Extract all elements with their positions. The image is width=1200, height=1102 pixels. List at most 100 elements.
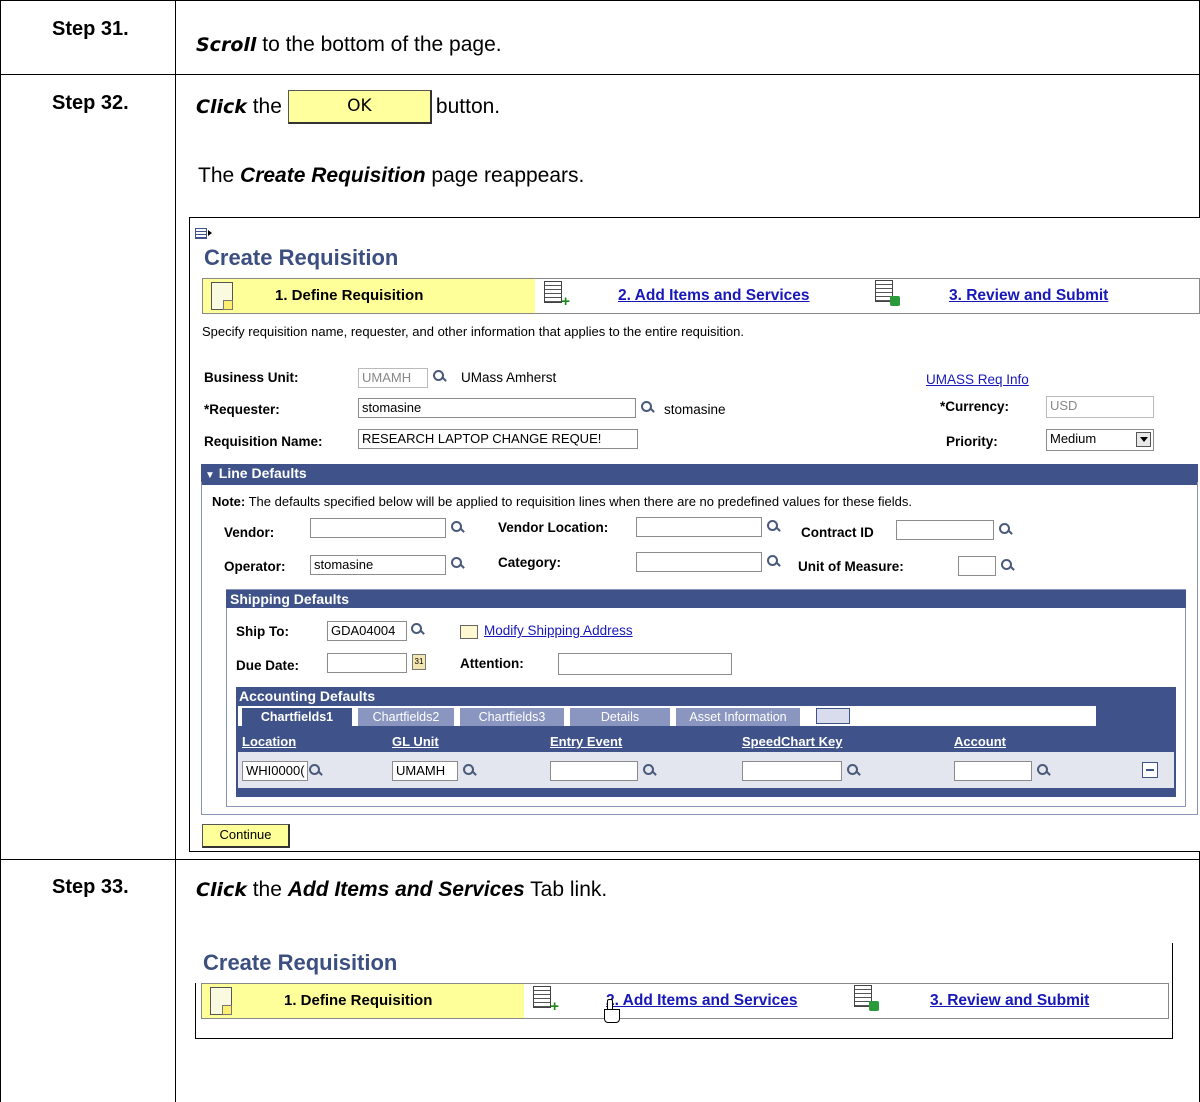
- page-title: Create Requisition: [203, 950, 398, 975]
- instruction-text: the: [252, 95, 282, 118]
- ok-button[interactable]: OK: [287, 90, 432, 125]
- entry-event-lookup-icon[interactable]: [642, 763, 658, 779]
- action-verb: Click: [196, 879, 247, 901]
- category-field[interactable]: [636, 552, 762, 572]
- step-label: Step 32.: [52, 92, 129, 114]
- tab-chartfields2[interactable]: Chartfields2: [358, 708, 454, 726]
- create-requisition-tabs-screenshot: Create Requisition 1. Define Requisition…: [195, 943, 1173, 1039]
- tab-chartfields1[interactable]: Chartfields1: [242, 708, 352, 726]
- tab-asset-information[interactable]: Asset Information: [676, 708, 800, 726]
- requisition-name-field[interactable]: RESEARCH LAPTOP CHANGE REQUE!: [358, 429, 638, 449]
- unit-of-measure-field[interactable]: [958, 556, 996, 576]
- tab-add-items-link[interactable]: 2. Add Items and Services: [618, 287, 810, 305]
- note-emphasis: Create Requisition: [240, 164, 426, 187]
- unit-of-measure-lookup-icon[interactable]: [1000, 558, 1016, 574]
- chevron-down-icon[interactable]: [1136, 432, 1151, 447]
- contract-id-label: Contract ID: [801, 525, 874, 540]
- requisition-name-label: Requisition Name:: [204, 434, 323, 449]
- requester-field[interactable]: stomasine: [358, 398, 636, 418]
- gl-unit-field[interactable]: UMAMH: [392, 761, 458, 781]
- tab-details[interactable]: Details: [570, 708, 670, 726]
- row-divider: [0, 74, 1200, 75]
- continue-button[interactable]: Continue: [202, 824, 290, 848]
- tab-chartfields3[interactable]: Chartfields3: [460, 708, 564, 726]
- review-submit-icon: [854, 985, 879, 1011]
- account-lookup-icon[interactable]: [1036, 763, 1052, 779]
- contract-id-field[interactable]: [896, 520, 994, 540]
- vendor-lookup-icon[interactable]: [450, 520, 466, 536]
- business-unit-field: UMAMH: [358, 368, 428, 388]
- note-text: page reappears.: [431, 164, 585, 187]
- collapse-arrow-icon: ▼: [205, 470, 215, 481]
- unit-of-measure-label: Unit of Measure:: [798, 559, 904, 574]
- attention-field[interactable]: [558, 653, 732, 675]
- tab-define-label: 1. Define Requisition: [275, 287, 424, 304]
- create-requisition-screenshot: Create Requisition 1. Define Requisition…: [189, 217, 1200, 852]
- tab-review-submit-link[interactable]: 3. Review and Submit: [949, 287, 1108, 305]
- review-submit-icon: [875, 280, 900, 306]
- show-all-columns-icon[interactable]: [816, 708, 850, 724]
- location-field[interactable]: WHI0000(: [242, 761, 308, 781]
- priority-value: Medium: [1050, 431, 1097, 446]
- frame-left-edge: [195, 983, 196, 1038]
- table-top-border: [0, 0, 1200, 1]
- column-header-gl-unit[interactable]: GL Unit: [392, 734, 439, 749]
- attention-label: Attention:: [460, 656, 524, 671]
- column-header-location[interactable]: Location: [242, 734, 296, 749]
- priority-label: Priority:: [946, 434, 998, 449]
- add-items-icon: [533, 986, 559, 1015]
- line-defaults-title: Line Defaults: [218, 465, 307, 481]
- operator-label: Operator:: [224, 559, 286, 574]
- page-instructions: Specify requisition name, requester, and…: [202, 324, 744, 339]
- ship-to-label: Ship To:: [236, 624, 289, 639]
- step-label: Step 31.: [52, 18, 129, 40]
- note-text: The defaults specified below will be app…: [248, 494, 913, 509]
- ship-to-lookup-icon[interactable]: [410, 622, 426, 638]
- currency-label: *Currency:: [940, 399, 1010, 414]
- speedchart-key-field[interactable]: [742, 761, 842, 781]
- delete-row-icon[interactable]: [1142, 762, 1158, 778]
- note-label: Note:: [212, 494, 246, 509]
- currency-field: USD: [1046, 396, 1154, 418]
- ship-to-field[interactable]: GDA04004: [327, 621, 407, 641]
- speedchart-key-lookup-icon[interactable]: [846, 763, 862, 779]
- calendar-icon[interactable]: 31: [412, 654, 426, 670]
- tab-review-submit-link[interactable]: 3. Review and Submit: [930, 992, 1089, 1010]
- entry-event-field[interactable]: [550, 761, 638, 781]
- requisition-tab-bar: 1. Define Requisition 2. Add Items and S…: [201, 983, 1169, 1019]
- category-lookup-icon[interactable]: [766, 554, 782, 570]
- business-unit-lookup-icon[interactable]: [432, 369, 448, 385]
- new-document-icon: [210, 987, 232, 1015]
- note-text: The: [198, 164, 235, 187]
- hand-cursor-icon: [604, 999, 620, 1023]
- action-verb: Click: [196, 96, 247, 118]
- new-document-icon: [211, 282, 233, 310]
- contract-id-lookup-icon[interactable]: [998, 522, 1014, 538]
- column-header-entry-event[interactable]: Entry Event: [550, 734, 622, 749]
- address-card-icon: [460, 625, 478, 639]
- operator-field[interactable]: stomasine: [310, 555, 446, 575]
- column-header-speedchart-key[interactable]: SpeedChart Key: [742, 734, 842, 749]
- vendor-location-label: Vendor Location:: [498, 520, 609, 535]
- due-date-field[interactable]: [327, 653, 407, 673]
- location-lookup-icon[interactable]: [308, 763, 324, 779]
- priority-select[interactable]: Medium: [1046, 429, 1154, 451]
- operator-lookup-icon[interactable]: [450, 556, 466, 572]
- step-note: The Create Requisition page reappears.: [198, 164, 584, 188]
- vendor-field[interactable]: [310, 518, 446, 538]
- step-instruction: Click the OK button.: [196, 90, 500, 125]
- modify-shipping-address-link[interactable]: Modify Shipping Address: [484, 623, 633, 638]
- accounting-defaults-title: Accounting Defaults: [239, 688, 376, 704]
- account-field[interactable]: [954, 761, 1032, 781]
- umass-req-info-link[interactable]: UMASS Req Info: [926, 372, 1029, 387]
- row-divider: [0, 859, 1200, 860]
- column-header-account[interactable]: Account: [954, 734, 1006, 749]
- add-items-icon: [544, 281, 570, 310]
- requester-lookup-icon[interactable]: [640, 400, 656, 416]
- instruction-text: to the bottom of the page.: [262, 33, 502, 56]
- vendor-location-field[interactable]: [636, 517, 762, 537]
- gl-unit-lookup-icon[interactable]: [462, 763, 478, 779]
- page-menu-icon[interactable]: [195, 228, 207, 239]
- tab-add-items-link[interactable]: 2. Add Items and Services: [606, 992, 798, 1010]
- vendor-location-lookup-icon[interactable]: [766, 519, 782, 535]
